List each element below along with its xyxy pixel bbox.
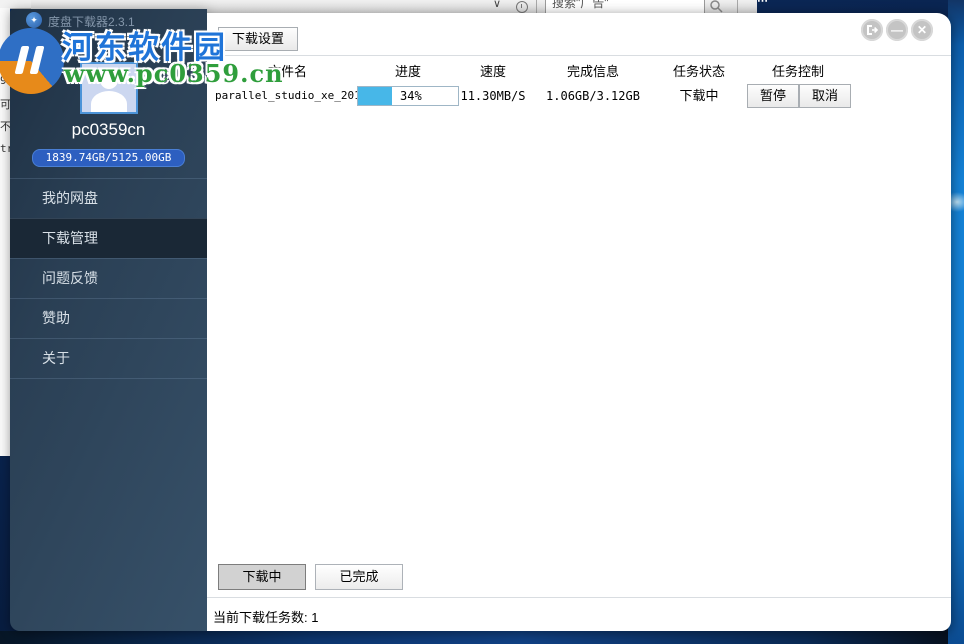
close-button[interactable]: ✕ <box>911 19 933 41</box>
column-header-progress: 进度 <box>357 61 459 80</box>
divider <box>207 55 951 56</box>
sidebar-item-sponsor[interactable]: 赞助 <box>10 298 207 338</box>
app-window: ✦ 度盘下载器2.3.1 pc0359cn 1839.74GB/5125.00G… <box>10 9 951 631</box>
sidebar-nav: 我的网盘 下载管理 问题反馈 赞助 关于 <box>10 178 207 379</box>
progress-label: 34% <box>400 87 422 105</box>
background-overflow-mark: ⋯ <box>757 0 775 5</box>
sidebar: ✦ 度盘下载器2.3.1 pc0359cn 1839.74GB/5125.00G… <box>10 9 207 631</box>
page-edge-fragment: 不 <box>0 118 10 134</box>
table-row: parallel_studio_xe_201 34% 11.30MB/S 1.0… <box>207 83 951 109</box>
sidebar-item-about[interactable]: 关于 <box>10 338 207 379</box>
window-controls: — ✕ <box>861 19 933 41</box>
column-header-task-control: 任务控制 <box>747 61 849 80</box>
task-count-status: 当前下载任务数: 1 <box>213 607 318 626</box>
screen: ∨ 搜索"广告" ⋯ 0. 99 可 不 tr ✦ 度盘下载器2.3.1 pc <box>0 0 964 644</box>
download-settings-button[interactable]: 下载设置 <box>218 27 298 51</box>
storage-badge: 1839.74GB/5125.00GB <box>32 149 185 167</box>
page-edge-fragment: tr <box>0 142 10 155</box>
pause-button[interactable]: 暂停 <box>747 84 799 108</box>
progress-bar: 34% <box>357 86 459 106</box>
background-page-edge: 0. 99 可 不 tr <box>0 8 10 456</box>
page-edge-fragment: 可 <box>0 96 10 112</box>
table-header: 文件名 进度 速度 完成信息 任务状态 任务控制 <box>207 61 951 81</box>
page-edge-fragment: 0. <box>0 50 10 63</box>
status-cell: 下载中 <box>659 83 739 109</box>
avatar-head <box>100 71 118 89</box>
username: pc0359cn <box>10 120 207 140</box>
filename-cell: parallel_studio_xe_201 <box>215 83 360 109</box>
titlebar[interactable]: ✦ 度盘下载器2.3.1 <box>10 9 207 39</box>
avatar-shoulders <box>91 91 127 114</box>
column-header-task-status: 任务状态 <box>659 61 739 80</box>
main-panel: — ✕ 下载设置 文件名 进度 速度 完成信息 任务状态 任务控制 parall… <box>207 13 951 631</box>
sidebar-item-my-drive[interactable]: 我的网盘 <box>10 178 207 218</box>
column-header-speed: 速度 <box>447 61 539 80</box>
cancel-button[interactable]: 取消 <box>799 84 851 108</box>
sidebar-item-feedback[interactable]: 问题反馈 <box>10 258 207 298</box>
speed-cell: 11.30MB/S <box>447 83 539 109</box>
minimize-button[interactable]: — <box>886 19 908 41</box>
completed-info-cell: 1.06GB/3.12GB <box>537 83 649 109</box>
tab-completed[interactable]: 已完成 <box>315 564 403 590</box>
column-header-filename: 文件名 <box>215 61 360 80</box>
logout-icon <box>866 24 879 36</box>
desktop-bottom-band <box>0 631 948 644</box>
avatar <box>80 62 138 114</box>
app-icon: ✦ <box>26 12 42 28</box>
logout-button[interactable] <box>861 19 883 41</box>
divider <box>207 597 951 598</box>
page-edge-fragment: 99 <box>0 74 10 87</box>
sidebar-item-download-manager[interactable]: 下载管理 <box>10 218 207 258</box>
progress-fill <box>358 87 392 105</box>
window-title: 度盘下载器2.3.1 <box>48 13 135 30</box>
tab-downloading[interactable]: 下载中 <box>218 564 306 590</box>
column-header-completed-info: 完成信息 <box>537 61 649 80</box>
